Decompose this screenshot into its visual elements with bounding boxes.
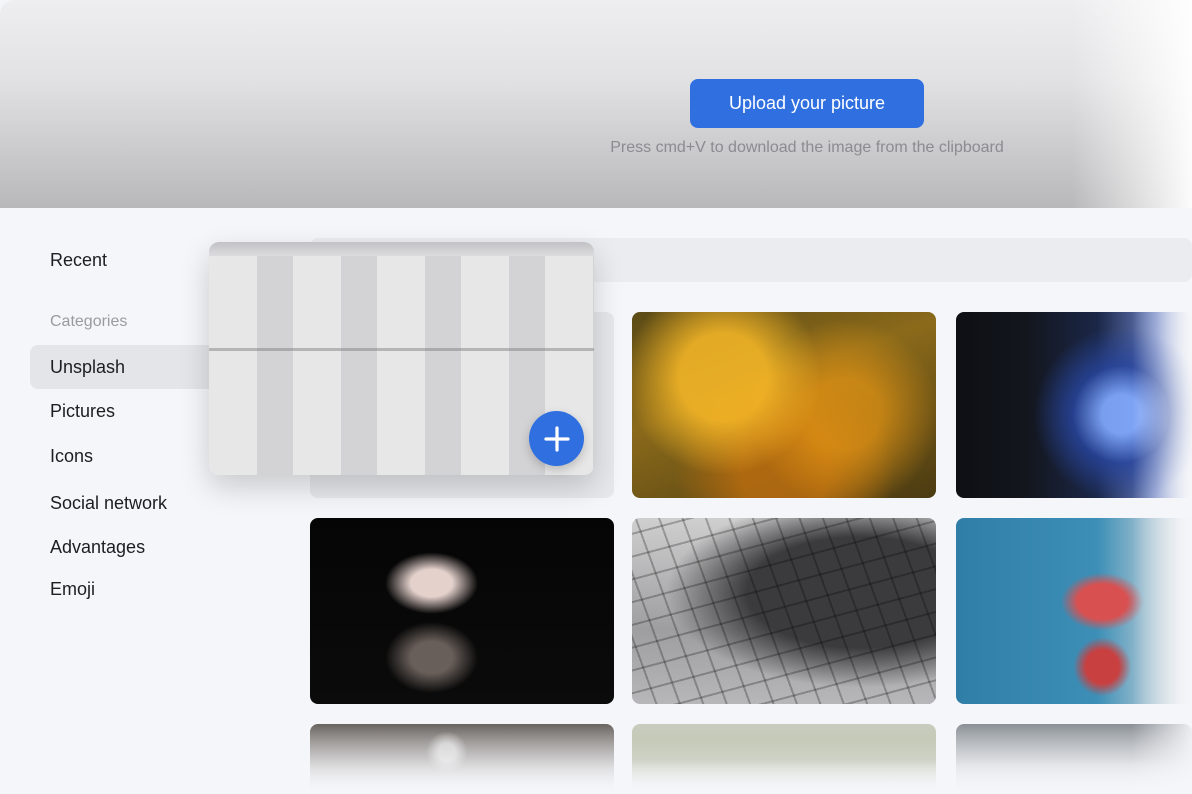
image-tile[interactable] [310,518,614,704]
sidebar-item-recent[interactable]: Recent [30,238,220,282]
edge-fade [1132,282,1192,794]
sidebar-item-pictures[interactable]: Pictures [30,389,220,433]
bottom-fade [0,724,1192,794]
plus-icon [543,425,570,452]
sidebar-item-unsplash[interactable]: Unsplash [30,345,220,389]
sidebar-item-icons[interactable]: Icons [30,434,220,478]
upload-area [0,0,1192,208]
categories-title: Categories [50,313,128,330]
image-tile[interactable] [632,518,936,704]
image-tile[interactable] [632,312,936,498]
add-image-button[interactable] [529,411,584,466]
clipboard-hint: Press cmd+V to download the image from t… [610,139,1004,156]
upload-picture-button[interactable]: Upload your picture [690,79,924,128]
sidebar-item-advantages[interactable]: Advantages [30,525,220,569]
sidebar-item-social-network[interactable]: Social network [30,481,220,525]
sidebar-item-emoji[interactable]: Emoji [30,567,220,611]
edge-fade [1072,0,1192,208]
